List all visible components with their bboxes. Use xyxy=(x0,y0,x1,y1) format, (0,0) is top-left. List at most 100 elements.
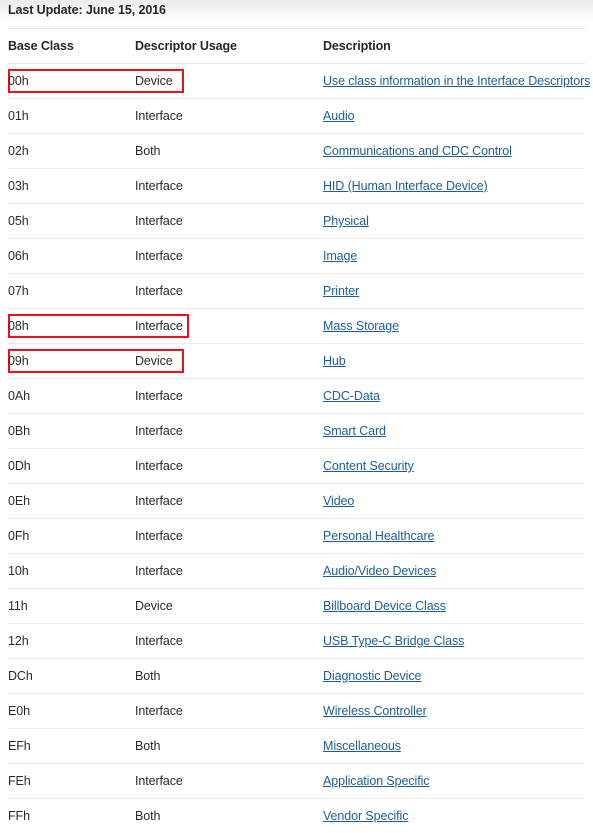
descriptor-usage-value: Interface xyxy=(135,561,185,581)
cell-descriptor-usage: Interface xyxy=(135,694,323,729)
descriptor-usage-value: Interface xyxy=(135,631,185,651)
cell-description: Physical xyxy=(323,204,585,239)
descriptor-usage-value: Interface xyxy=(135,176,185,196)
description-link[interactable]: Image xyxy=(323,249,357,263)
cell-descriptor-usage: Interface xyxy=(135,414,323,449)
table-row: DChBoth Diagnostic Device xyxy=(8,659,585,694)
column-header-base-class: Base Class xyxy=(8,29,135,64)
description-link[interactable]: Diagnostic Device xyxy=(323,669,421,683)
descriptor-usage-value: Interface xyxy=(135,211,185,231)
cell-description: Diagnostic Device xyxy=(323,659,585,694)
cell-description: Smart Card xyxy=(323,414,585,449)
descriptor-usage-value: Device xyxy=(135,351,175,371)
cell-base-class: 03h xyxy=(8,169,135,204)
table-row: 06h InterfaceImage xyxy=(8,239,585,274)
descriptor-usage-value: Interface xyxy=(135,526,185,546)
base-class-value: 0Bh xyxy=(8,421,32,441)
cell-description: Application Specific xyxy=(323,764,585,799)
cell-description: Hub xyxy=(323,344,585,379)
table-row: 01hInterface Audio xyxy=(8,99,585,134)
descriptor-usage-value: Interface xyxy=(135,701,185,721)
base-class-value: 03h xyxy=(8,176,31,196)
description-link[interactable]: Printer xyxy=(323,284,359,298)
cell-descriptor-usage: Interface xyxy=(135,99,323,134)
cell-description: Personal Healthcare xyxy=(323,519,585,554)
table-row: 0Dh InterfaceContent Security xyxy=(8,449,585,484)
description-link[interactable]: HID (Human Interface Device) xyxy=(323,179,488,193)
description-link[interactable]: Physical xyxy=(323,214,369,228)
descriptor-usage-value: Device xyxy=(135,596,175,616)
cell-base-class: 02h xyxy=(8,134,135,169)
base-class-value: 0Fh xyxy=(8,526,31,546)
description-link[interactable]: Mass Storage xyxy=(323,319,399,333)
description-link[interactable]: CDC-Data xyxy=(323,389,380,403)
cell-description: CDC-Data xyxy=(323,379,585,414)
description-link[interactable]: Personal Healthcare xyxy=(323,529,434,543)
description-link[interactable]: Vendor Specific xyxy=(323,809,408,823)
base-class-value: EFh xyxy=(8,736,33,756)
descriptor-usage-value: Both xyxy=(135,141,162,161)
cell-base-class: 05h xyxy=(8,204,135,239)
description-link[interactable]: Audio xyxy=(323,109,354,123)
descriptor-usage-value: Interface xyxy=(135,771,185,791)
description-link[interactable]: Smart Card xyxy=(323,424,386,438)
column-header-description: Description xyxy=(323,29,585,64)
cell-descriptor-usage: Interface xyxy=(135,274,323,309)
description-link[interactable]: Video xyxy=(323,494,354,508)
cell-base-class: 08h xyxy=(8,309,135,344)
descriptor-usage-value: Both xyxy=(135,806,162,826)
cell-description: Audio xyxy=(323,99,585,134)
cell-descriptor-usage: Interface xyxy=(135,239,323,274)
table-row: 0AhInterfaceCDC-Data xyxy=(8,379,585,414)
cell-description: Audio/Video Devices xyxy=(323,554,585,589)
table-header: Base Class Descriptor Usage Description xyxy=(8,29,585,64)
cell-base-class: 06h xyxy=(8,239,135,274)
cell-base-class: 0Dh xyxy=(8,449,135,484)
description-link[interactable]: Miscellaneous xyxy=(323,739,401,753)
description-link[interactable]: Application Specific xyxy=(323,774,429,788)
descriptor-usage-value: Device xyxy=(135,71,175,91)
description-link[interactable]: USB Type-C Bridge Class xyxy=(323,634,464,648)
cell-description: Use class information in the Interface D… xyxy=(323,64,585,99)
table-row: E0hInterfaceWireless Controller xyxy=(8,694,585,729)
description-link[interactable]: Use class information in the Interface D… xyxy=(323,74,590,88)
base-class-value: 0Dh xyxy=(8,456,33,476)
base-class-value: 09h xyxy=(8,351,31,371)
cell-description: Communications and CDC Control xyxy=(323,134,585,169)
table-header-row: Base Class Descriptor Usage Description xyxy=(8,29,585,64)
description-link[interactable]: Wireless Controller xyxy=(323,704,427,718)
cell-base-class: FEh xyxy=(8,764,135,799)
cell-base-class: 07h xyxy=(8,274,135,309)
cell-descriptor-usage: Both xyxy=(135,799,323,833)
descriptor-usage-value: Both xyxy=(135,666,162,686)
cell-base-class: FFh xyxy=(8,799,135,833)
usb-base-class-table: Base Class Descriptor Usage Description … xyxy=(8,28,585,833)
base-class-value: 06h xyxy=(8,246,31,266)
cell-description: Image xyxy=(323,239,585,274)
cell-base-class: EFh xyxy=(8,729,135,764)
description-link[interactable]: Communications and CDC Control xyxy=(323,144,512,158)
table-row: 12h Interface USB Type-C Bridge Class xyxy=(8,624,585,659)
cell-base-class: 01h xyxy=(8,99,135,134)
description-link[interactable]: Content Security xyxy=(323,459,414,473)
base-class-value: 05h xyxy=(8,211,31,231)
descriptor-usage-value: Interface xyxy=(135,421,185,441)
descriptor-usage-value: Interface xyxy=(135,106,185,126)
cell-base-class: 00h xyxy=(8,64,135,99)
base-class-value: 08h xyxy=(8,316,31,336)
cell-base-class: DCh xyxy=(8,659,135,694)
cell-descriptor-usage: Interface xyxy=(135,449,323,484)
description-link[interactable]: Billboard Device Class xyxy=(323,599,446,613)
cell-base-class: 0Fh xyxy=(8,519,135,554)
description-link[interactable]: Hub xyxy=(323,354,346,368)
cell-description: Billboard Device Class xyxy=(323,589,585,624)
cell-descriptor-usage: Device xyxy=(135,344,323,379)
table-row: FEhInterface Application Specific xyxy=(8,764,585,799)
table-row: 00hDevice Use class information in the In… xyxy=(8,64,585,99)
base-class-value: 11h xyxy=(8,596,30,616)
description-link[interactable]: Audio/Video Devices xyxy=(323,564,436,578)
base-class-value: 12h xyxy=(8,631,31,651)
cell-descriptor-usage: Device xyxy=(135,589,323,624)
table-row: 08hInterfaceMass Storage xyxy=(8,309,585,344)
table-row: 02hBoth Communications and CDC Control xyxy=(8,134,585,169)
